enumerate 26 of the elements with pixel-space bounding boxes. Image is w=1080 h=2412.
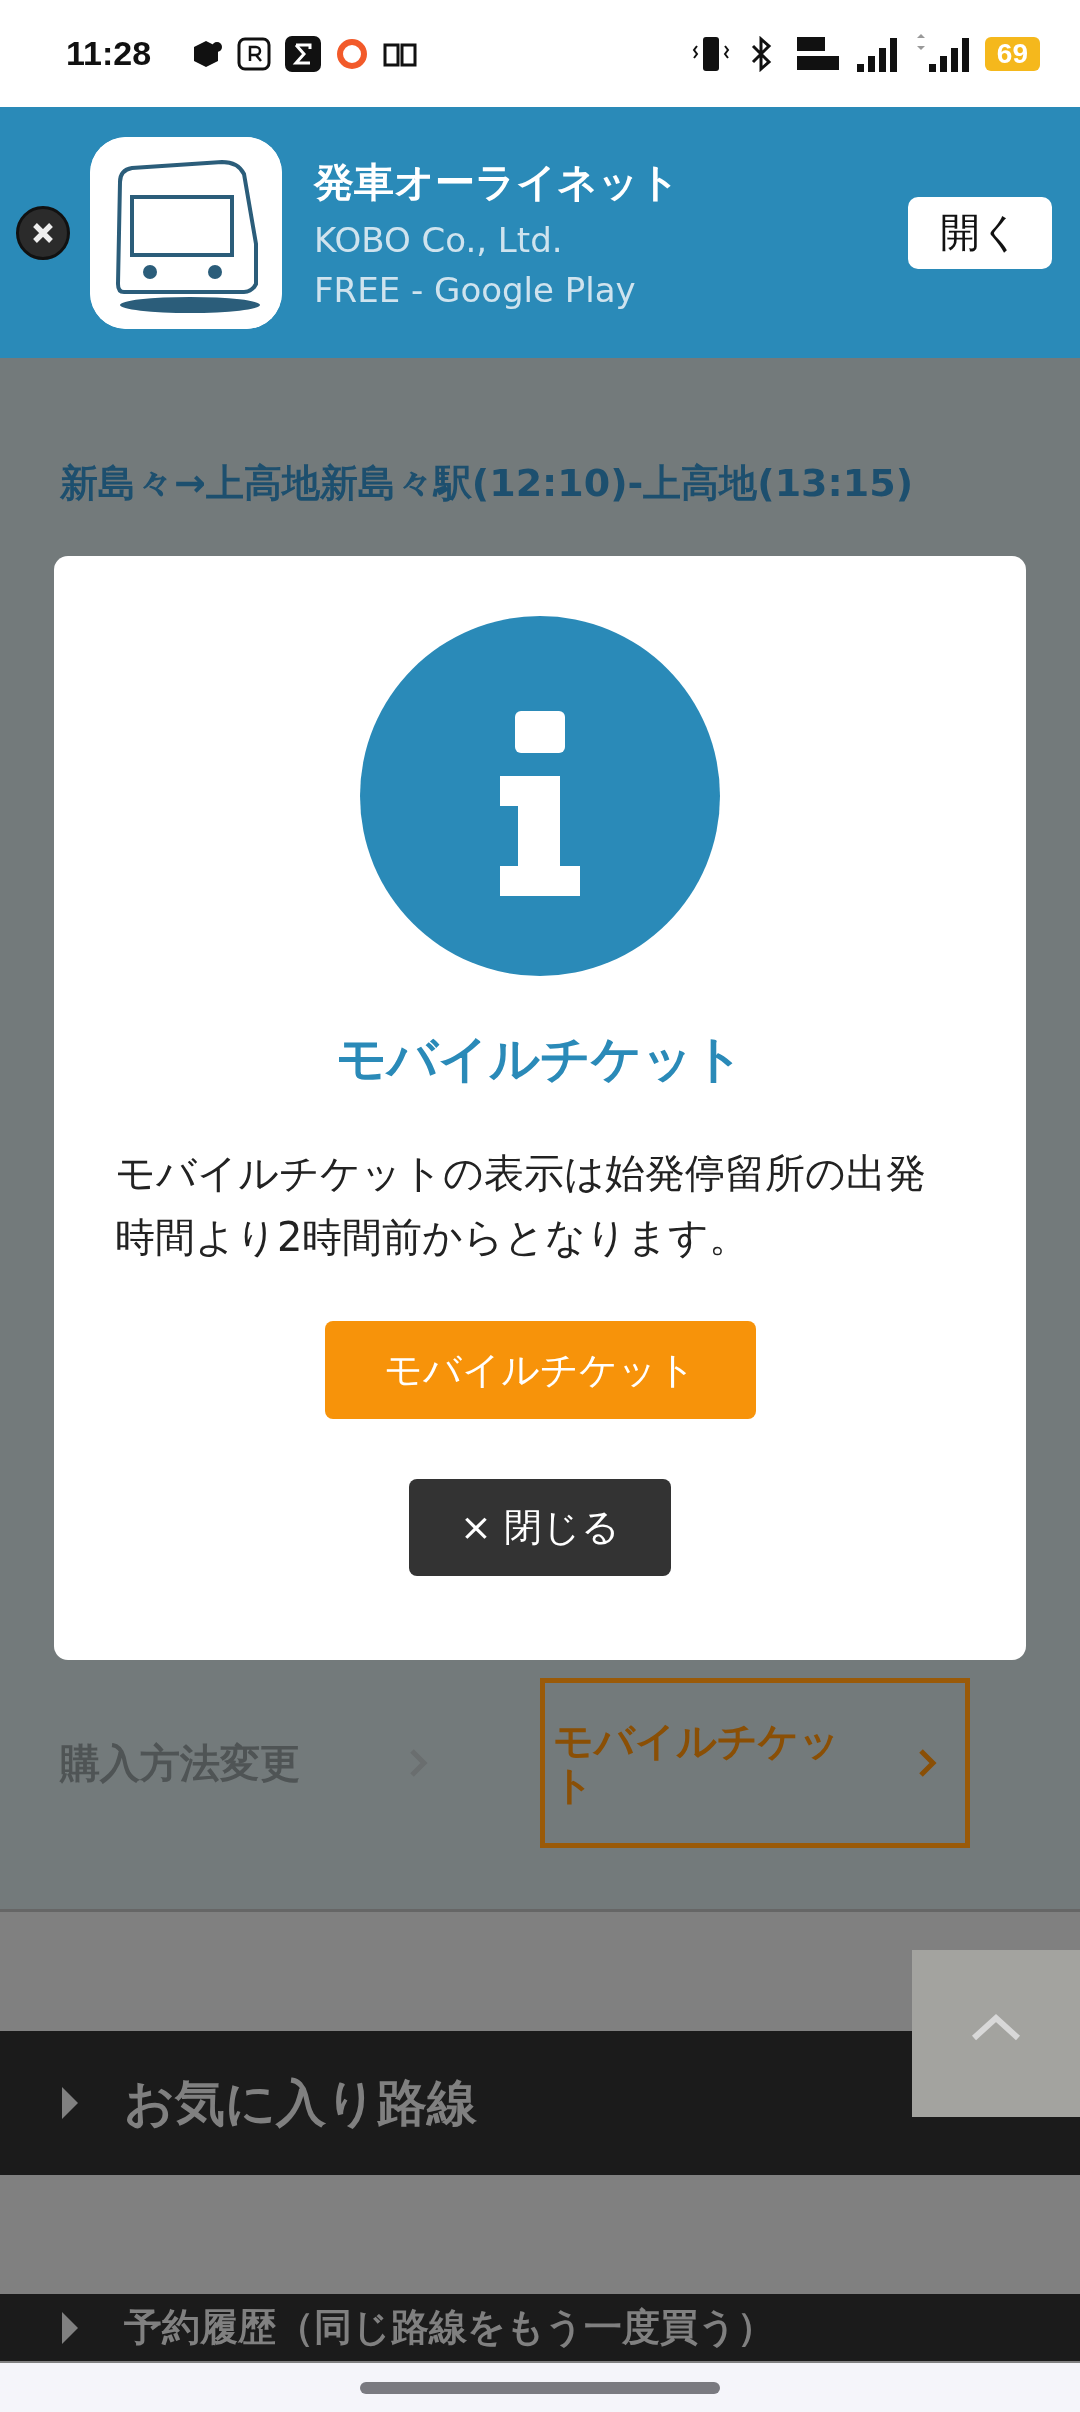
triangle-icon — [60, 2309, 80, 2346]
bus-icon — [90, 136, 282, 329]
mobile-ticket-button[interactable]: モバイルチケット — [324, 1321, 756, 1419]
battery-level: 69 — [984, 36, 1040, 71]
home-handle[interactable] — [360, 2381, 720, 2394]
menu-bar[interactable]: お気に入り路線 — [0, 2031, 1080, 2175]
sigma-icon — [285, 35, 322, 72]
app-title: 発車オーライネット — [314, 158, 681, 207]
chevron-icon — [917, 1747, 939, 1779]
open-button[interactable]: 開く — [908, 196, 1052, 269]
publisher-text: KOBO Co., Ltd. — [314, 220, 564, 260]
close-button[interactable]: × 閉じる — [409, 1479, 671, 1576]
triangle-icon — [60, 2085, 80, 2121]
modal-message: モバイルチケットの表示は始発停留所の出発時間より2時間前からとなります。 — [115, 1149, 927, 1262]
cube-icon — [191, 38, 224, 69]
clock: 11:28 — [66, 34, 152, 73]
close-icon[interactable] — [16, 205, 70, 260]
app-icon — [237, 36, 272, 71]
modal-title: モバイルチケット — [336, 1029, 744, 1090]
route-title: 新島々→上高地新島々駅(12:10)-上高地(13:15) — [60, 460, 914, 507]
ring-icon — [335, 36, 370, 71]
menu-label: 予約履歴（同じ路線をもう一度買う） — [124, 2304, 775, 2351]
price-text: FREE - Google Play — [314, 270, 637, 310]
menu-label: お気に入り路線 — [124, 2072, 477, 2134]
menu-bar[interactable]: 予約履歴（同じ路線をもう一度買う） — [0, 2294, 1080, 2361]
info-icon — [360, 616, 720, 976]
